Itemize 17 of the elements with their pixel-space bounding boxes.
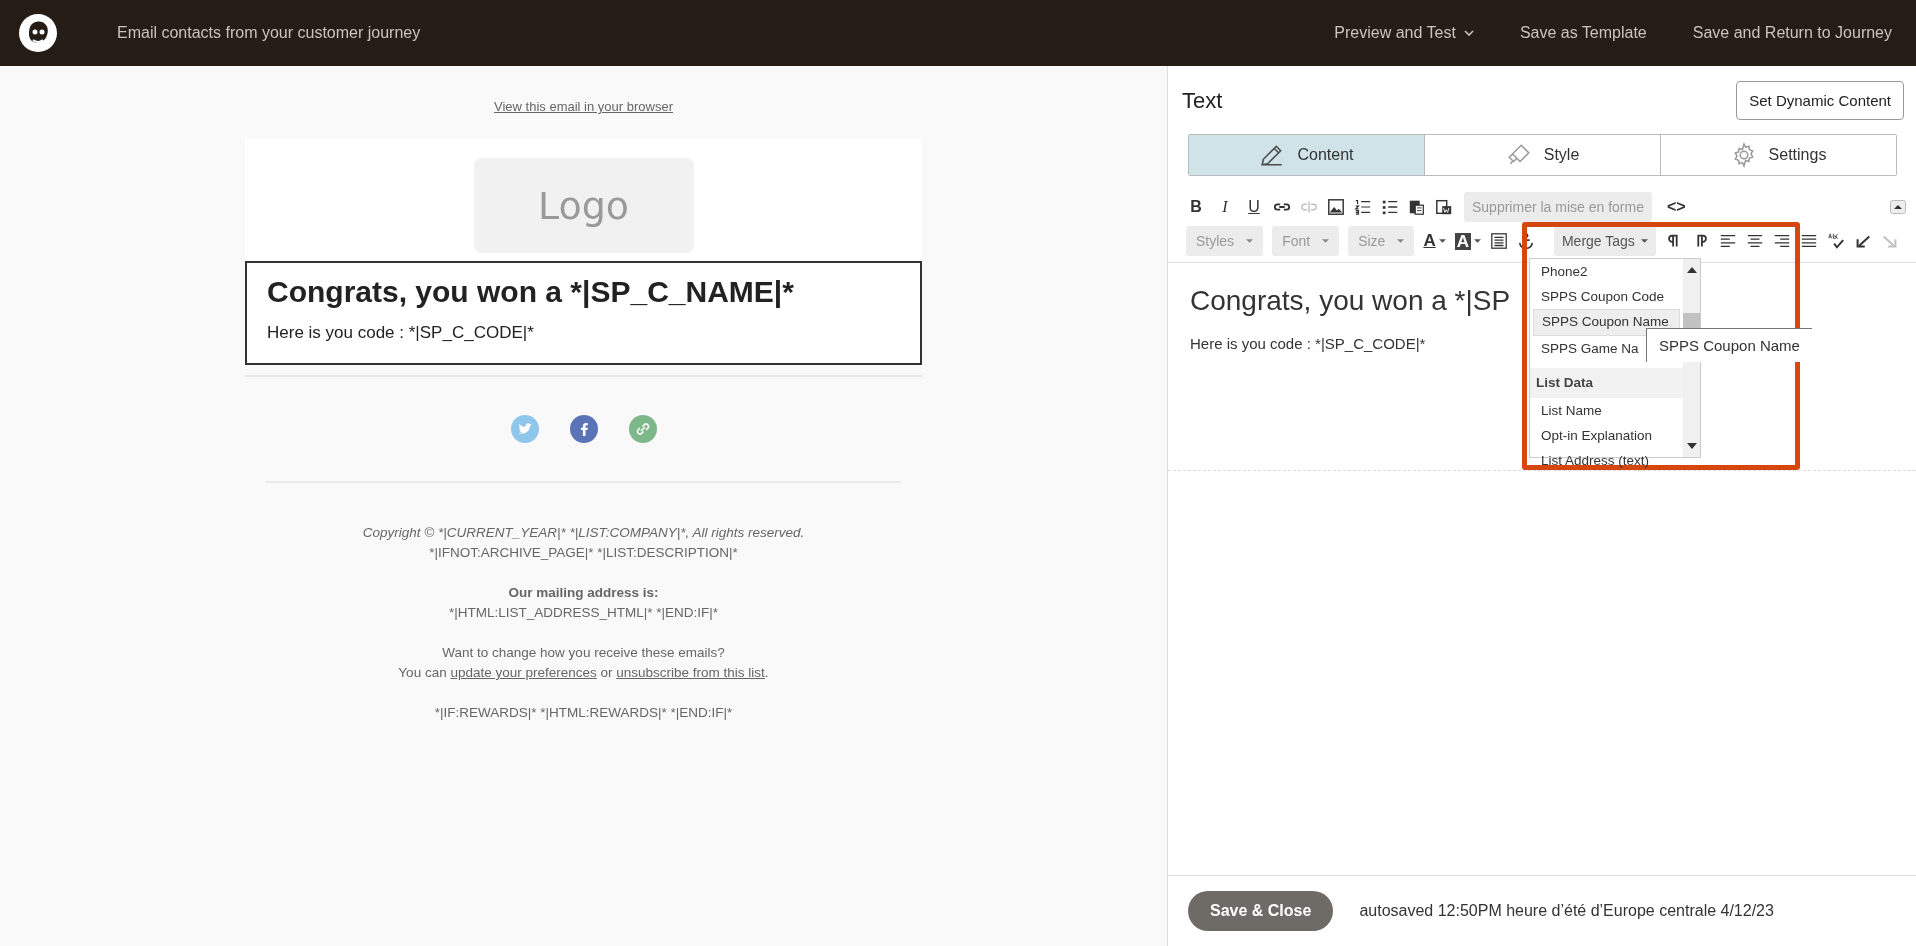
menu-group-heading: List Data bbox=[1530, 368, 1683, 398]
address-text: *|HTML:LIST_ADDRESS_HTML|* *|END:IF|* bbox=[447, 604, 720, 622]
address-heading: Our mailing address is: bbox=[507, 584, 660, 602]
email-heading: Congrats, you won a *|SP_C_NAME|* bbox=[267, 275, 795, 309]
preferences-sentence: You can update your preferences or unsubscribe from this list. bbox=[397, 664, 770, 682]
email-text: Here is you code : *|SP_C_CODE|* bbox=[267, 323, 535, 343]
description-text: *|IFNOT:ARCHIVE_PAGE|* *|LIST:DESCRIPTION|* bbox=[428, 544, 739, 562]
copyright-text: Copyright © *|CURRENT_YEAR|* *|LIST:COMPANY|*, All rights reserved. bbox=[362, 524, 805, 542]
editor-heading: Congrats, you won a *|SP bbox=[1190, 285, 1511, 317]
rewards-text: *|IF:REWARDS|* *|HTML:REWARDS|* *|END:IF|* bbox=[433, 704, 734, 722]
logo-text: Logo bbox=[537, 183, 630, 228]
autosave-status: autosaved 12:50PM heure d’été d’Europe centrale 4/12/23 bbox=[1359, 902, 1774, 920]
editor-text: Here is you code : *|SP_C_CODE|* bbox=[1190, 335, 1426, 352]
page-title: Email contacts from your customer journey bbox=[117, 24, 421, 42]
tooltip: SPPS Coupon Name bbox=[1646, 328, 1812, 362]
panel-title: Text bbox=[1182, 87, 1223, 114]
preferences-question: Want to change how you receive these emails? bbox=[441, 644, 726, 662]
